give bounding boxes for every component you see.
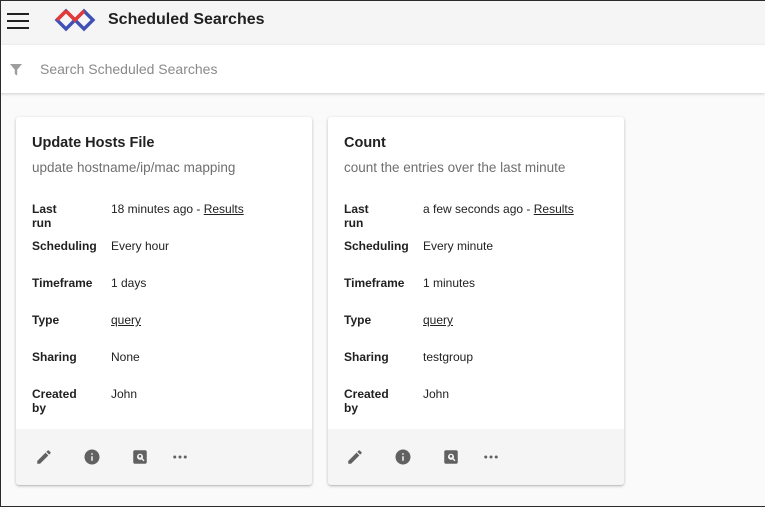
hamburger-menu-icon[interactable] bbox=[6, 9, 32, 33]
sharing-label: Sharing bbox=[32, 350, 77, 364]
info-icon[interactable] bbox=[83, 448, 101, 466]
last-run-value: 18 minutes ago - Results bbox=[111, 202, 244, 216]
scheduling-value: Every minute bbox=[423, 239, 494, 253]
timeframe-label: Timeframe bbox=[344, 276, 405, 290]
created-by-label: Created by bbox=[344, 387, 389, 415]
card-subtitle: count the entries over the last minute bbox=[344, 160, 566, 175]
search-results-icon[interactable] bbox=[442, 448, 460, 466]
edit-icon[interactable] bbox=[35, 448, 53, 466]
search-results-icon[interactable] bbox=[131, 448, 149, 466]
scheduled-search-card: Count count the entries over the last mi… bbox=[328, 117, 624, 485]
type-label: Type bbox=[344, 313, 372, 327]
last-run-label: Last run bbox=[344, 202, 369, 230]
scheduling-label: Scheduling bbox=[32, 239, 97, 253]
created-by-label: Created by bbox=[32, 387, 77, 415]
app-logo-icon bbox=[54, 8, 96, 32]
results-link[interactable]: Results bbox=[204, 202, 244, 216]
last-run-text: 18 minutes ago - bbox=[111, 202, 204, 216]
type-link[interactable]: query bbox=[111, 313, 141, 327]
last-run-text: a few seconds ago - bbox=[423, 202, 534, 216]
scheduling-value: Every hour bbox=[111, 239, 170, 253]
card-actions bbox=[16, 429, 312, 485]
timeframe-value: 1 days bbox=[111, 276, 147, 290]
page-title: Scheduled Searches bbox=[108, 11, 265, 28]
sharing-label: Sharing bbox=[344, 350, 389, 364]
results-link[interactable]: Results bbox=[534, 202, 574, 216]
type-link[interactable]: query bbox=[423, 313, 453, 327]
scheduling-label: Scheduling bbox=[344, 239, 409, 253]
edit-icon[interactable] bbox=[346, 448, 364, 466]
last-run-value: a few seconds ago - Results bbox=[423, 202, 574, 216]
timeframe-value: 1 minutes bbox=[423, 276, 476, 290]
created-by-value: John bbox=[111, 387, 138, 401]
filter-icon bbox=[10, 64, 22, 76]
card-actions bbox=[328, 429, 624, 485]
sharing-value: None bbox=[111, 350, 140, 364]
scheduled-search-card: Update Hosts File update hostname/ip/mac… bbox=[16, 117, 312, 485]
sharing-value: testgroup bbox=[423, 350, 474, 364]
last-run-label: Last run bbox=[32, 202, 57, 230]
timeframe-label: Timeframe bbox=[32, 276, 93, 290]
type-label: Type bbox=[32, 313, 60, 327]
search-input[interactable] bbox=[40, 57, 740, 81]
more-icon[interactable] bbox=[171, 448, 189, 466]
card-subtitle: update hostname/ip/mac mapping bbox=[32, 160, 236, 175]
more-icon[interactable] bbox=[482, 448, 500, 466]
created-by-value: John bbox=[423, 387, 450, 401]
app-header: Scheduled Searches bbox=[0, 0, 765, 45]
card-title: Count bbox=[344, 135, 386, 151]
info-icon[interactable] bbox=[394, 448, 412, 466]
card-title: Update Hosts File bbox=[32, 135, 155, 151]
